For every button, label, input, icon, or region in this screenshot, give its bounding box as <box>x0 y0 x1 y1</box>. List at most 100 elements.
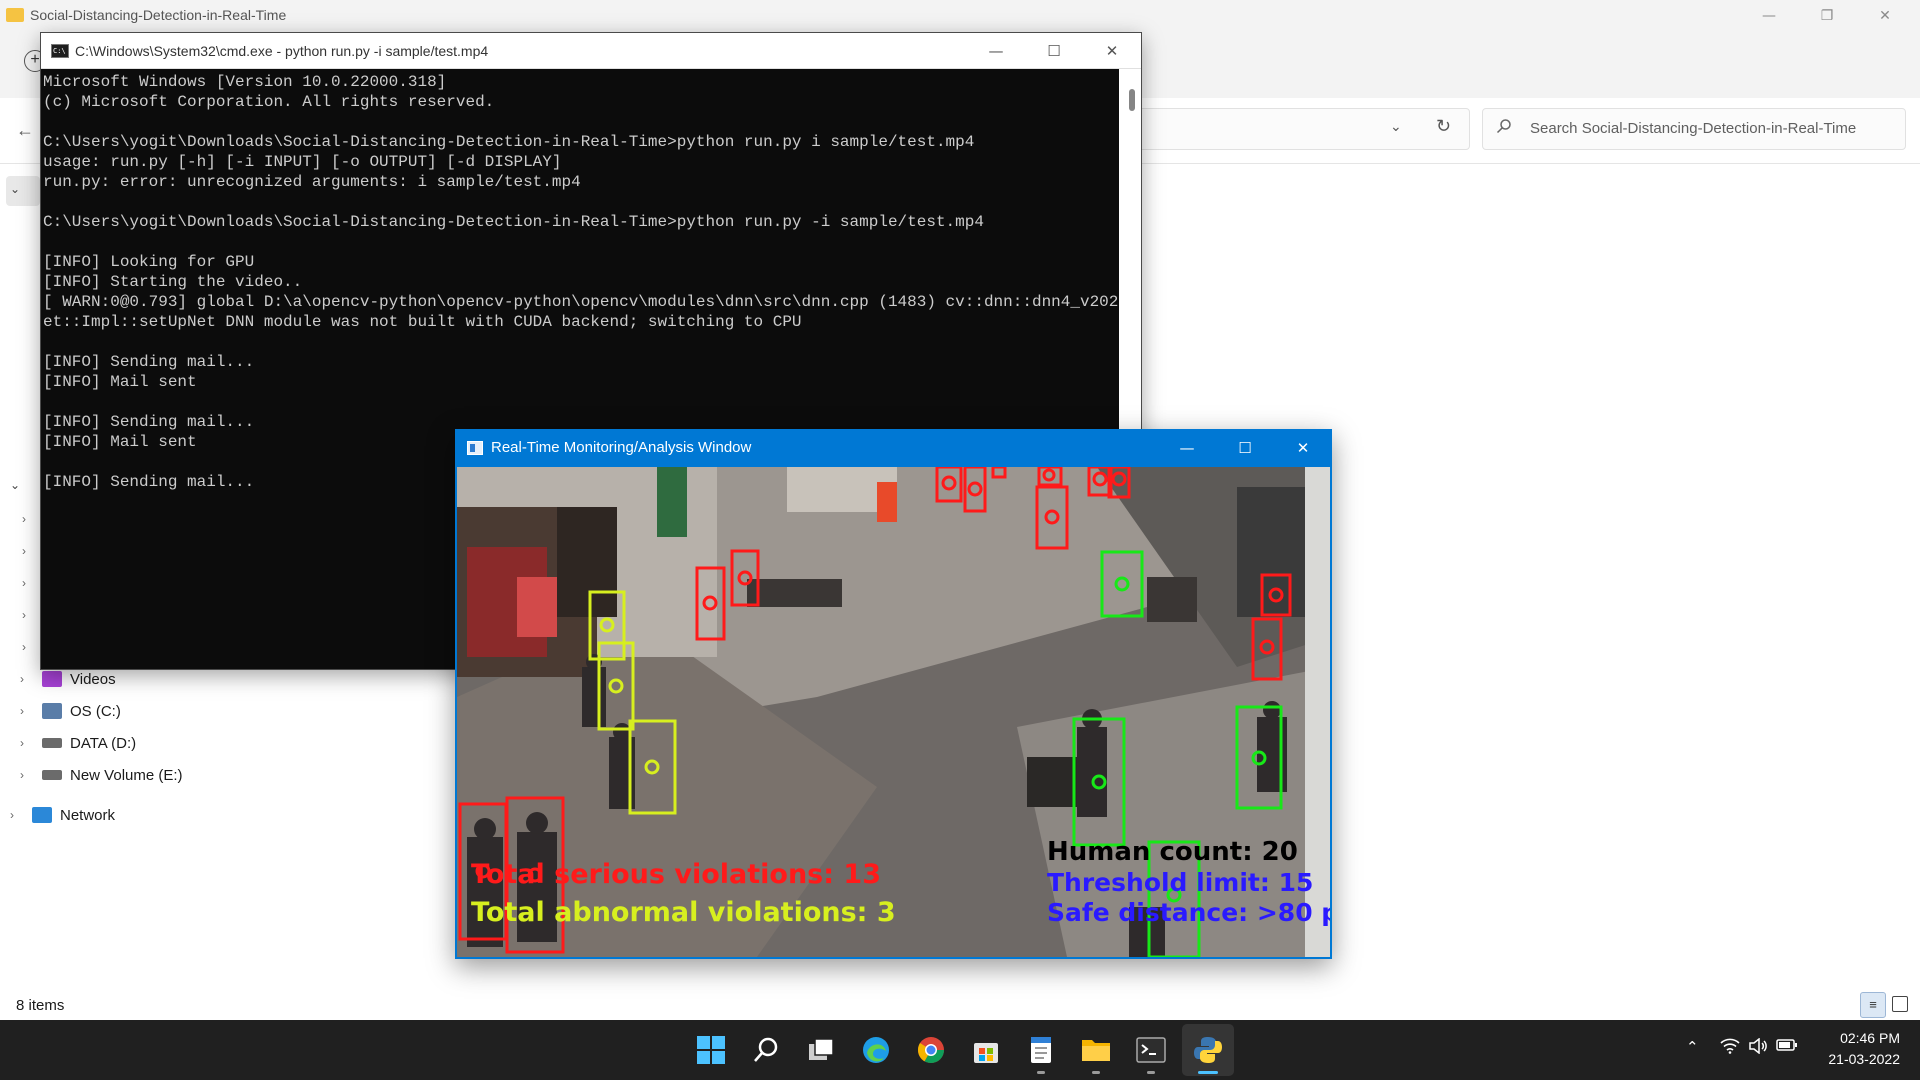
chevron-right-icon[interactable]: › <box>20 704 34 718</box>
chevron-down-icon[interactable]: ⌄ <box>1390 118 1402 135</box>
details-view-icon[interactable]: ≡ <box>1860 992 1886 1018</box>
console-line: Microsoft Windows [Version 10.0.22000.31… <box>43 73 447 91</box>
file-explorer-icon[interactable] <box>1077 1031 1115 1069</box>
taskbar <box>0 1020 1920 1080</box>
console-line: C:\Users\yogit\Downloads\Social-Distanci… <box>43 213 984 231</box>
console-line: [INFO] Mail sent <box>43 373 197 391</box>
sidebar-item-network[interactable]: › Network <box>10 803 115 827</box>
sidebar-item-os-c[interactable]: › OS (C:) <box>20 699 121 723</box>
console-line: run.py: error: unrecognized arguments: i… <box>43 173 581 191</box>
cmd-titlebar[interactable]: C:\ C:\Windows\System32\cmd.exe - python… <box>41 33 1141 69</box>
console-line: usage: run.py [-h] [-i INPUT] [-o OUTPUT… <box>43 153 562 171</box>
edge-icon[interactable] <box>857 1031 895 1069</box>
monitoring-maximize-button[interactable]: ☐ <box>1216 429 1274 467</box>
task-view-icon[interactable] <box>802 1031 840 1069</box>
explorer-close-button[interactable]: ✕ <box>1856 0 1914 32</box>
drive-icon <box>42 738 62 748</box>
folder-icon <box>6 8 24 22</box>
human-count-text: Human count: 20 <box>1047 837 1298 867</box>
sidebar-item-label: DATA (D:) <box>70 734 137 752</box>
explorer-restore-button[interactable]: ❐ <box>1798 0 1856 32</box>
running-indicator <box>1092 1071 1100 1074</box>
chevron-right-icon[interactable]: › <box>22 576 26 590</box>
monitoring-minimize-button[interactable]: — <box>1158 429 1216 467</box>
volume-icon[interactable] <box>1748 1037 1768 1058</box>
refresh-icon[interactable]: ↻ <box>1436 116 1451 137</box>
chevron-right-icon[interactable]: › <box>20 768 34 782</box>
chevron-right-icon[interactable]: › <box>22 608 26 622</box>
app-window-icon <box>467 441 483 455</box>
status-item-count: 8 items <box>16 997 65 1014</box>
console-line: (c) Microsoft Corporation. All rights re… <box>43 93 495 111</box>
back-arrow-icon[interactable]: ← <box>16 120 34 141</box>
sidebar-item-label: New Volume (E:) <box>70 766 183 784</box>
start-icon[interactable] <box>692 1031 730 1069</box>
search-icon <box>1496 119 1511 134</box>
drive-icon <box>42 770 62 780</box>
chevron-right-icon[interactable]: › <box>20 736 34 750</box>
search-icon[interactable] <box>747 1031 785 1069</box>
sidebar-item-label: Network <box>60 806 116 824</box>
chevron-down-icon[interactable]: ⌄ <box>10 182 20 196</box>
running-indicator <box>1147 1071 1155 1074</box>
wifi-icon[interactable] <box>1720 1038 1740 1058</box>
console-line: [INFO] Starting the video.. <box>43 273 303 291</box>
clock-time[interactable]: 02:46 PM <box>1820 1030 1900 1046</box>
running-indicator <box>1037 1071 1045 1074</box>
monitoring-title: Real-Time Monitoring/Analysis Window <box>491 439 752 456</box>
sidebar-item-data-d[interactable]: › DATA (D:) <box>20 731 136 755</box>
chevron-right-icon[interactable]: › <box>10 808 24 822</box>
explorer-titlebar: Social-Distancing-Detection-in-Real-Time… <box>0 0 1920 32</box>
tiles-view-icon[interactable] <box>1892 996 1908 1012</box>
chrome-icon[interactable] <box>912 1031 950 1069</box>
chevron-right-icon[interactable]: › <box>22 544 26 558</box>
cmd-close-button[interactable]: ✕ <box>1083 33 1141 69</box>
active-app-indicator <box>1198 1071 1218 1074</box>
cmd-maximize-button[interactable]: ☐ <box>1025 33 1083 69</box>
cmd-title: C:\Windows\System32\cmd.exe - python run… <box>75 43 489 59</box>
sidebar-item-label: Videos <box>70 670 116 688</box>
abnormal-violations-text: Total abnormal violations: 3 <box>471 897 896 928</box>
console-line: et::Impl::setUpNet DNN module was not bu… <box>43 313 802 331</box>
chevron-right-icon[interactable]: › <box>22 640 26 654</box>
network-icon <box>32 807 52 823</box>
explorer-title: Social-Distancing-Detection-in-Real-Time <box>30 7 287 23</box>
chevron-down-icon[interactable]: ⌄ <box>10 478 20 492</box>
sidebar-item-videos[interactable]: › Videos <box>20 667 116 691</box>
store-icon[interactable] <box>967 1031 1005 1069</box>
console-line: [ WARN:0@0.793] global D:\a\opencv-pytho… <box>43 293 1121 311</box>
address-bar[interactable] <box>1110 108 1470 150</box>
monitoring-window[interactable]: Real-Time Monitoring/Analysis Window — ☐… <box>455 429 1332 959</box>
videos-folder-icon <box>42 671 62 687</box>
drive-c-icon <box>42 703 62 719</box>
safe-distance-text: Safe distance: >80 px <box>1047 898 1330 927</box>
console-line: [INFO] Looking for GPU <box>43 253 255 271</box>
python-icon[interactable] <box>1189 1031 1227 1069</box>
sidebar-item-label: OS (C:) <box>70 702 121 720</box>
notepad-icon[interactable] <box>1022 1031 1060 1069</box>
chevron-right-icon[interactable]: › <box>20 672 34 686</box>
search-placeholder: Search Social-Distancing-Detection-in-Re… <box>1530 120 1857 137</box>
cmd-minimize-button[interactable]: — <box>967 33 1025 69</box>
chevron-up-icon[interactable]: ⌃ <box>1686 1038 1699 1056</box>
monitoring-titlebar[interactable]: Real-Time Monitoring/Analysis Window — ☐… <box>455 429 1332 467</box>
threshold-limit-text: Threshold limit: 15 <box>1047 868 1314 897</box>
monitoring-close-button[interactable]: ✕ <box>1274 429 1332 467</box>
battery-icon[interactable] <box>1776 1038 1798 1056</box>
video-frame: Total serious violations: 13 Total abnor… <box>457 467 1330 957</box>
explorer-minimize-button[interactable]: — <box>1740 0 1798 32</box>
terminal-icon: C:\ <box>51 44 69 58</box>
sidebar-item-new-volume-e[interactable]: › New Volume (E:) <box>20 763 183 787</box>
console-line: C:\Users\yogit\Downloads\Social-Distanci… <box>43 133 975 151</box>
scrollbar-thumb[interactable] <box>1129 89 1135 111</box>
terminal-icon[interactable] <box>1132 1031 1170 1069</box>
serious-violations-text: Total serious violations: 13 <box>471 859 882 890</box>
chevron-right-icon[interactable]: › <box>22 512 26 526</box>
console-line: [INFO] Sending mail... <box>43 353 255 371</box>
clock-date[interactable]: 21-03-2022 <box>1800 1051 1900 1067</box>
